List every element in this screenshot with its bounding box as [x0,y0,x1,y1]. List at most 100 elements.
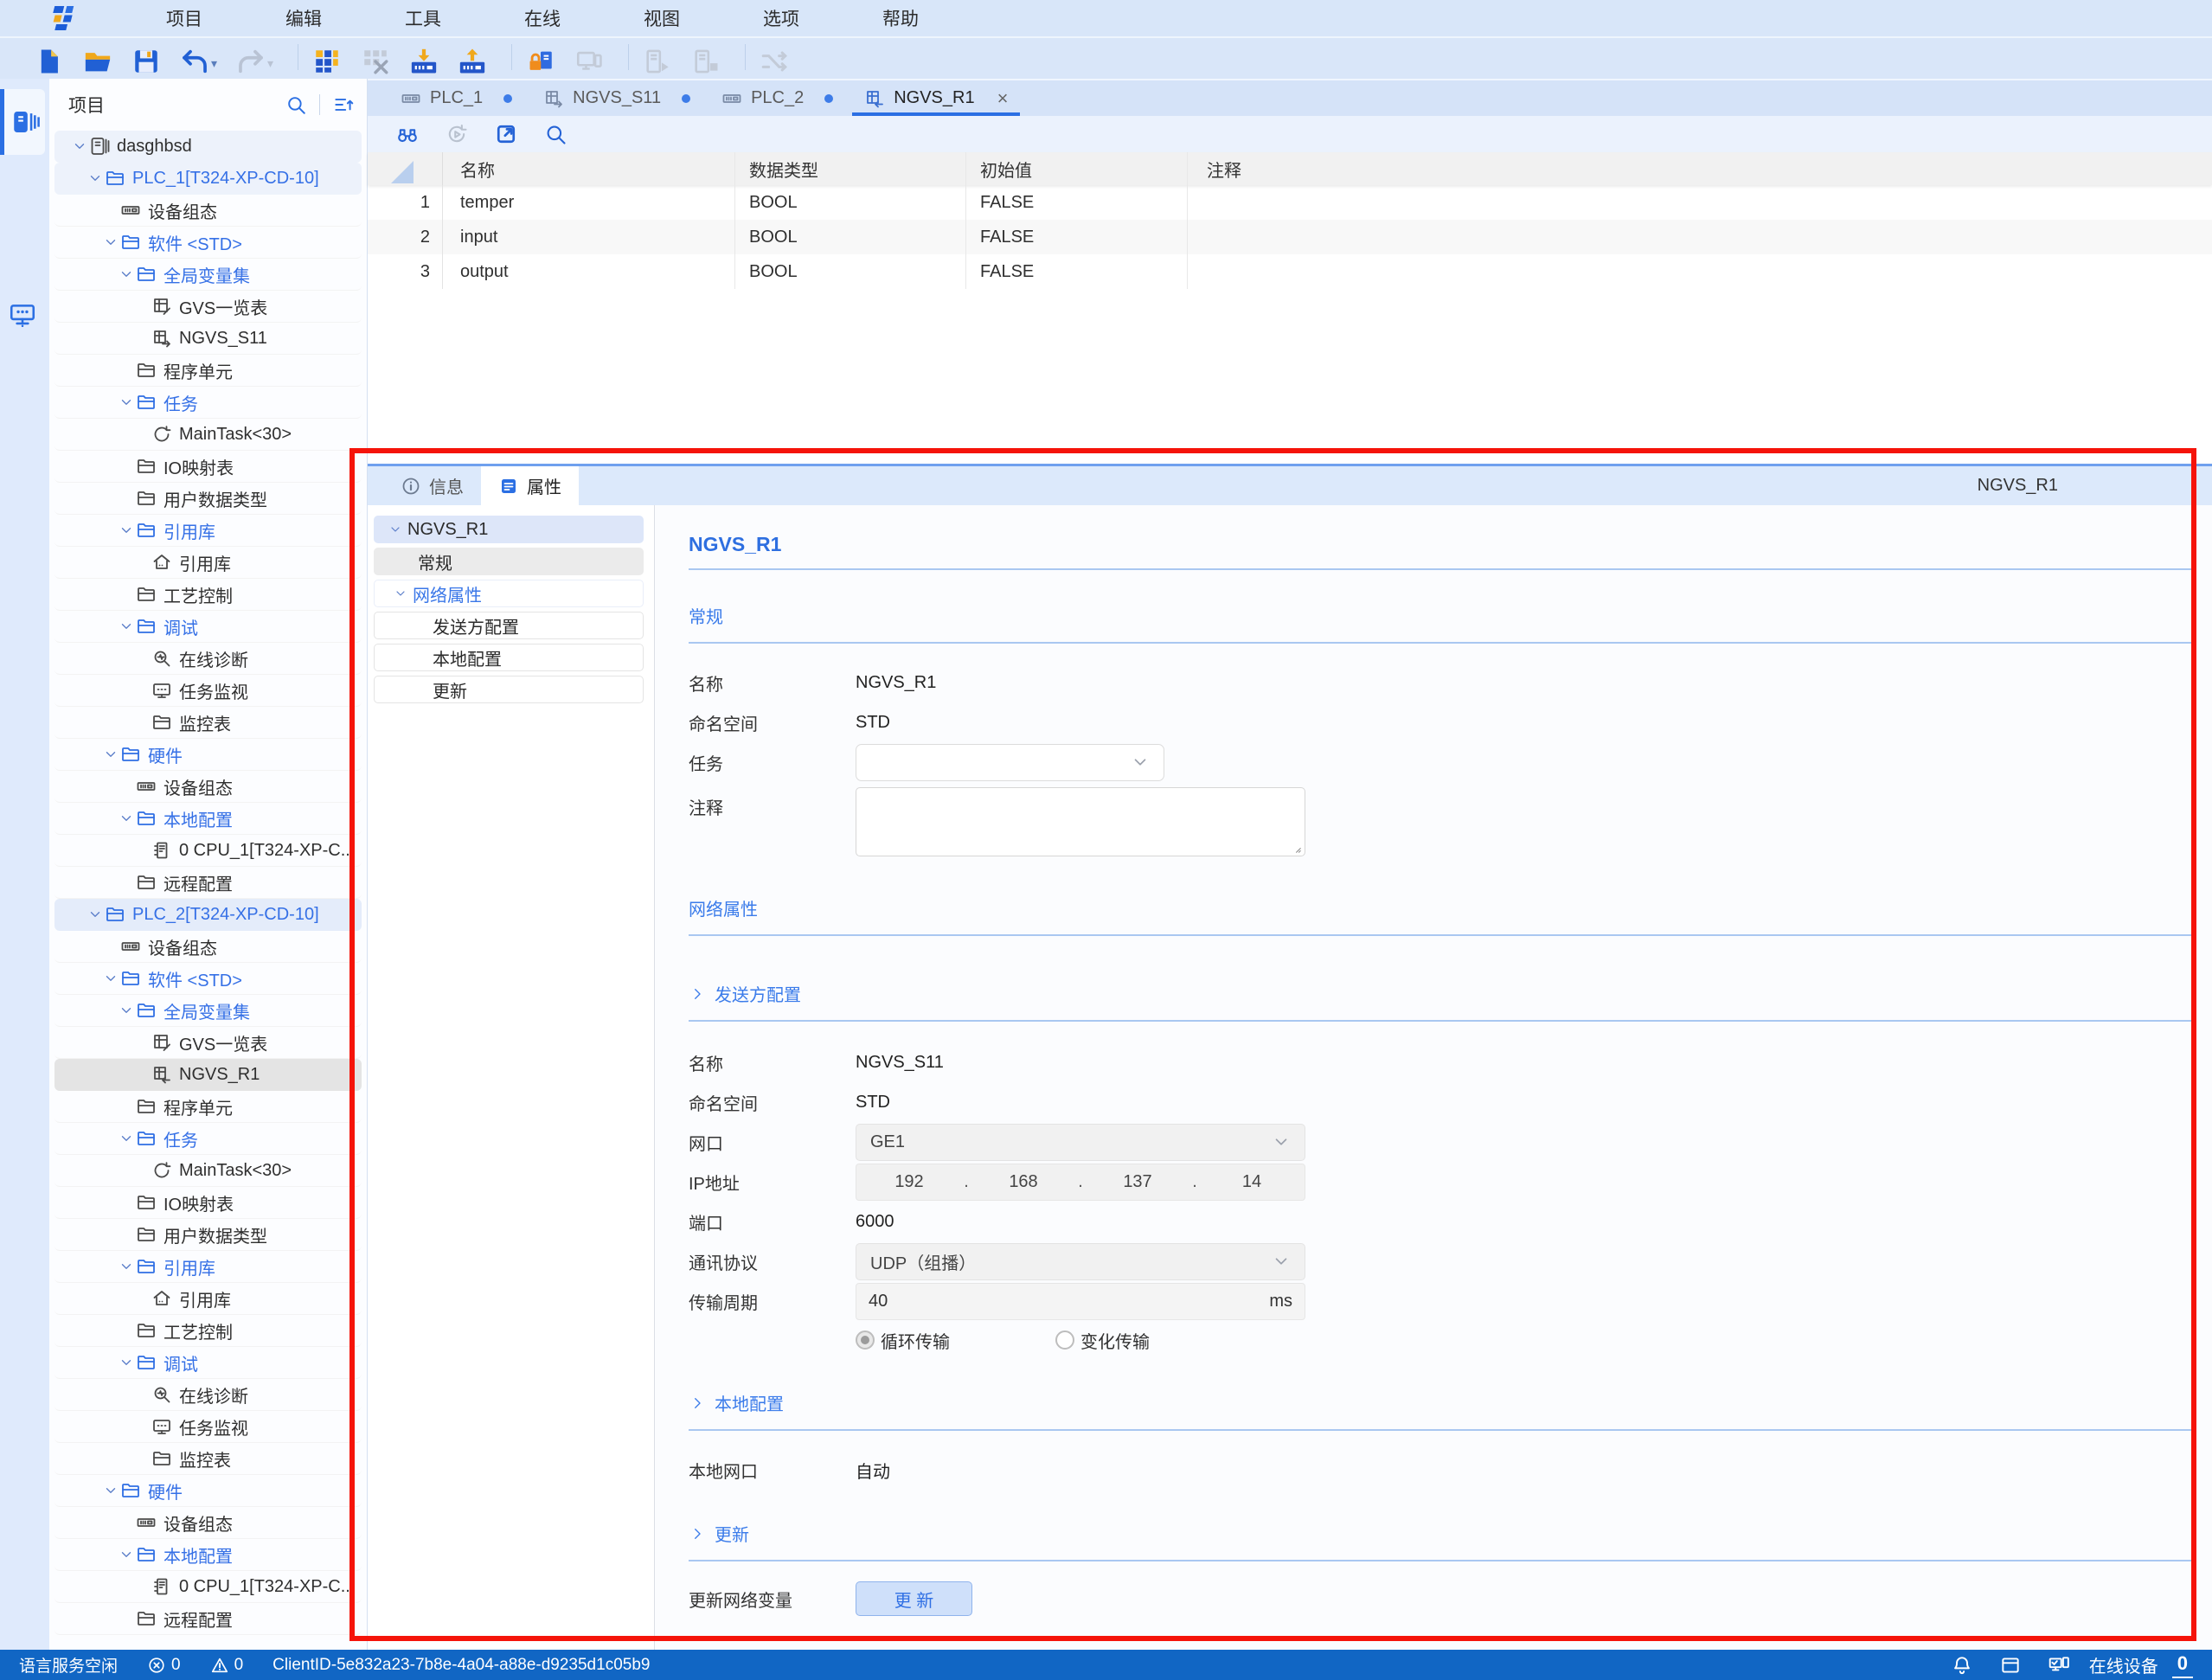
menu-item[interactable]: 选项 [763,10,799,29]
properties-nav-item[interactable]: 常规 [374,548,644,575]
tree-item[interactable]: 设备组态 [54,195,362,227]
tree-item[interactable]: 任务 [54,1123,362,1155]
cycle-input[interactable]: 40 ms [856,1283,1305,1320]
table-cell[interactable]: BOOL [735,220,966,254]
tree-item[interactable]: 引用库 [54,515,362,547]
tree-item[interactable]: NGVS_S11 [54,323,362,355]
chevron-down-icon[interactable] [101,971,120,986]
tree-item[interactable]: IO映射表 [54,451,362,483]
table-cell[interactable]: BOOL [735,185,966,220]
chevron-down-icon[interactable] [117,266,136,282]
undo-button[interactable]: ▾ [180,42,217,76]
properties-nav-item[interactable]: 本地配置 [374,644,644,671]
chevron-down-icon[interactable] [117,1003,136,1018]
tree-item[interactable]: 在线诊断 [54,643,362,675]
table-cell[interactable]: FALSE [966,185,1188,220]
menu-item[interactable]: 在线 [524,10,561,29]
tree-item[interactable]: 设备组态 [54,931,362,963]
task-select[interactable] [856,744,1164,781]
tree-item[interactable]: MainTask<30> [54,1155,362,1187]
compile-button[interactable] [312,42,342,76]
activity-item-project-explorer[interactable] [0,89,45,155]
chevron-down-icon[interactable] [117,811,136,826]
tree-item[interactable]: 任务监视 [54,675,362,707]
resize-handle-icon[interactable] [1290,842,1302,854]
table-cell[interactable]: FALSE [966,220,1188,254]
tree-item[interactable]: 全局变量集 [54,259,362,291]
tree-item[interactable]: 本地配置 [54,1539,362,1571]
table-row[interactable]: 2inputBOOLFALSE [368,220,2212,254]
column-header-name[interactable]: 名称 [443,152,735,185]
collapse-all-icon[interactable] [332,93,355,116]
chevron-down-icon[interactable] [101,1483,120,1498]
menu-item[interactable]: 工具 [405,10,441,29]
tree-item[interactable]: 硬件 [54,739,362,771]
properties-nav-item[interactable]: NGVS_R1 [374,516,644,543]
close-icon[interactable]: × [997,87,1009,110]
chevron-down-icon[interactable] [70,138,89,154]
menu-item[interactable]: 项目 [166,10,202,29]
upload-button[interactable] [458,42,487,76]
tree-item[interactable]: 远程配置 [54,1603,362,1635]
tree-item[interactable]: 调试 [54,1347,362,1379]
online-device-icon[interactable] [2048,1654,2070,1677]
chevron-down-icon[interactable] [117,1131,136,1146]
tree-item[interactable]: 软件 <STD> [54,963,362,995]
radio-change-transfer[interactable]: 变化传输 [1055,1328,1150,1353]
table-cell[interactable] [1188,220,2212,254]
update-button[interactable]: 更 新 [856,1581,972,1616]
section-local[interactable]: 本地配置 [689,1390,2196,1415]
tree-item[interactable]: 引用库 [54,1283,362,1315]
tree-item[interactable]: 调试 [54,611,362,643]
tree-item[interactable]: dasghbsd [54,131,362,163]
editor-tab-NGVS_R1[interactable]: NGVS_R1× [849,80,1023,116]
tree-item[interactable]: 全局变量集 [54,995,362,1027]
login-button[interactable] [526,42,555,76]
column-header-type[interactable]: 数据类型 [735,152,966,185]
tree-item[interactable]: 硬件 [54,1475,362,1507]
tree-item[interactable]: 引用库 [54,1251,362,1283]
chevron-down-icon[interactable] [86,907,105,922]
tree-item[interactable]: PLC_2[T324-XP-CD-10] [54,899,362,931]
tree-item[interactable]: 任务监视 [54,1411,362,1443]
tree-item[interactable]: PLC_1[T324-XP-CD-10] [54,163,362,195]
table-cell[interactable] [1188,185,2212,220]
chevron-down-icon[interactable] [387,523,404,536]
table-cell[interactable]: 1 [368,185,443,220]
save-button[interactable] [131,42,161,76]
tree-item[interactable]: 设备组态 [54,771,362,803]
warning-counter[interactable]: 0 [210,1656,244,1675]
table-cell[interactable] [1188,254,2212,289]
tree-item[interactable]: 引用库 [54,547,362,579]
table-cell[interactable]: input [443,220,735,254]
online-device-count[interactable]: 0 [2172,1652,2193,1678]
search-icon[interactable] [285,93,307,116]
table-cell[interactable]: temper [443,185,735,220]
column-header-init[interactable]: 初始值 [966,152,1188,185]
menu-item[interactable]: 编辑 [285,10,322,29]
menu-item[interactable]: 帮助 [882,10,919,29]
column-header-comment[interactable]: 注释 [1188,152,2212,185]
chevron-down-icon[interactable] [392,587,409,600]
table-row[interactable]: 3outputBOOLFALSE [368,254,2212,289]
tree-item[interactable]: 在线诊断 [54,1379,362,1411]
tree-item[interactable]: 程序单元 [54,1091,362,1123]
chevron-down-icon[interactable] [117,1355,136,1370]
properties-nav-item[interactable]: 更新 [374,676,644,703]
tree-item[interactable]: 软件 <STD> [54,227,362,259]
chevron-down-icon[interactable] [117,394,136,410]
table-cell[interactable]: 3 [368,254,443,289]
tree-item[interactable]: 用户数据类型 [54,483,362,515]
table-cell[interactable]: 2 [368,220,443,254]
search-button[interactable] [543,122,567,146]
tree-item[interactable]: 用户数据类型 [54,1219,362,1251]
chevron-down-icon[interactable] [117,1259,136,1274]
dropdown-caret-icon[interactable]: ▾ [267,50,273,76]
tree-item[interactable]: GVS一览表 [54,291,362,323]
editor-tab-PLC_1[interactable]: PLC_1 [385,80,528,116]
tree-item[interactable]: 程序单元 [54,355,362,387]
chevron-down-icon[interactable] [117,523,136,538]
tree-item[interactable]: 0 CPU_1[T324-XP-C... [54,1571,362,1603]
tree-item[interactable]: 远程配置 [54,867,362,899]
chevron-down-icon[interactable] [117,619,136,634]
